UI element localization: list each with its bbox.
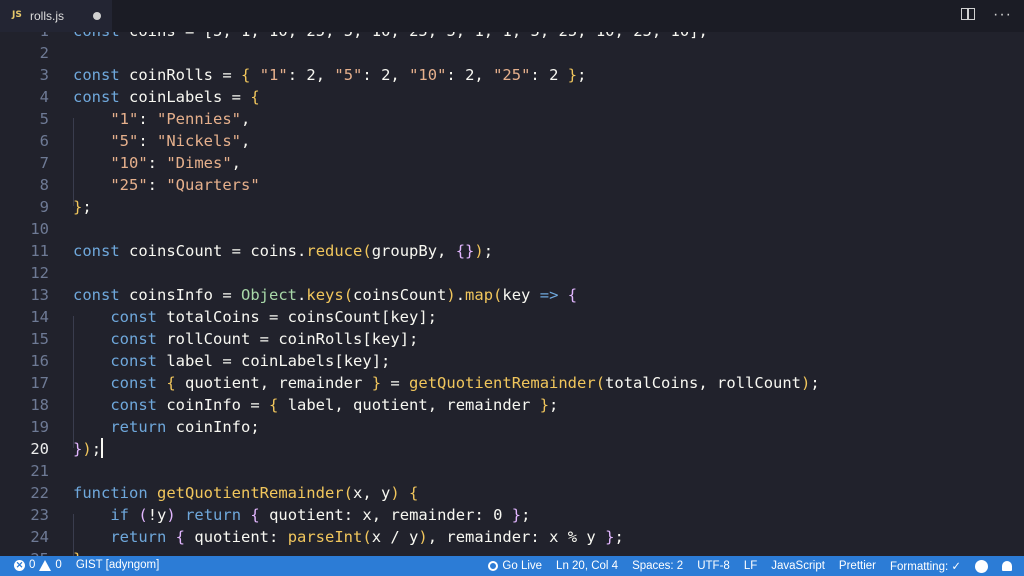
code-line[interactable]: 9}; <box>0 196 1024 218</box>
code-line[interactable]: 10 <box>0 218 1024 240</box>
split-editor-icon[interactable] <box>961 8 976 20</box>
code-text: const coins = [5, 1, 10, 25, 5, 10, 25, … <box>73 32 708 42</box>
tab-label: rolls.js <box>30 9 65 23</box>
notifications-bell-icon[interactable] <box>1002 561 1012 571</box>
line-number: 20 <box>30 440 49 458</box>
code-text: function getQuotientRemainder(x, y) { <box>73 484 419 502</box>
formatter[interactable]: Prettier <box>839 560 876 572</box>
code-line[interactable]: 23 if (!y) return { quotient: x, remaind… <box>0 504 1024 526</box>
code-editor[interactable]: 1 const coins = [5, 1, 10, 25, 5, 10, 25,… <box>0 32 1024 556</box>
line-number: 15 <box>30 330 49 348</box>
code-text: const coinsCount = coins.reduce(groupBy,… <box>73 242 494 260</box>
end-of-line[interactable]: LF <box>744 560 757 572</box>
feedback-smiley-icon[interactable] <box>975 559 988 573</box>
line-number: 17 <box>30 374 49 392</box>
code-line[interactable]: 5 "1": "Pennies", <box>0 108 1024 130</box>
code-line[interactable]: 19 return coinInfo; <box>0 416 1024 438</box>
code-line[interactable]: 14 const totalCoins = coinsCount[key]; <box>0 306 1024 328</box>
line-number: 5 <box>39 110 49 128</box>
status-bar: ✕ 0 0 GIST [adyngom] Go Live Ln 20, Col … <box>0 556 1024 576</box>
go-live-label: Go Live <box>502 560 543 572</box>
line-number: 16 <box>30 352 49 370</box>
code-text: if (!y) return { quotient: x, remainder:… <box>110 506 531 524</box>
formatting-status[interactable]: Formatting: ✓ <box>890 559 961 573</box>
editor-actions: ··· <box>961 7 1012 23</box>
code-text: "25": "Quarters" <box>110 176 260 194</box>
code-line[interactable]: 16 const label = coinLabels[key]; <box>0 350 1024 372</box>
code-line[interactable]: 17 const { quotient, remainder } = getQu… <box>0 372 1024 394</box>
code-text: "10": "Dimes", <box>110 154 241 172</box>
line-number: 4 <box>39 88 49 106</box>
code-line[interactable]: 15 const rollCount = coinRolls[key]; <box>0 328 1024 350</box>
code-text: return { quotient: parseInt(x / y), rema… <box>110 528 624 546</box>
code-line[interactable]: 7 "10": "Dimes", <box>0 152 1024 174</box>
line-number: 23 <box>30 506 49 524</box>
line-number: 7 <box>39 154 49 172</box>
go-live-button[interactable]: Go Live <box>488 560 542 572</box>
line-number: 9 <box>39 198 49 216</box>
line-number: 6 <box>39 132 49 150</box>
code-text: "1": "Pennies", <box>110 110 251 128</box>
line-number: 21 <box>30 462 49 480</box>
line-number: 18 <box>30 396 49 414</box>
line-number: 10 <box>30 220 49 238</box>
code-line[interactable]: 2 <box>0 42 1024 64</box>
code-line[interactable]: 8 "25": "Quarters" <box>0 174 1024 196</box>
tab-bar: JS rolls.js ··· <box>0 0 1024 32</box>
warning-icon <box>39 559 52 571</box>
code-line[interactable]: 21 <box>0 460 1024 482</box>
code-text: } <box>73 548 82 556</box>
code-text: const coinLabels = { <box>73 88 260 106</box>
code-line[interactable]: 11 const coinsCount = coins.reduce(groupB… <box>0 240 1024 262</box>
encoding[interactable]: UTF-8 <box>697 560 730 572</box>
line-number: 1 <box>9 32 49 42</box>
line-number: 11 <box>30 242 49 260</box>
code-line[interactable]: 4 const coinLabels = { <box>0 86 1024 108</box>
code-line[interactable]: 18 const coinInfo = { label, quotient, r… <box>0 394 1024 416</box>
code-text: const coinInfo = { label, quotient, rema… <box>110 396 559 414</box>
code-text: const totalCoins = coinsCount[key]; <box>110 308 438 326</box>
line-number: 8 <box>39 176 49 194</box>
line-number: 25 <box>9 548 49 556</box>
line-number: 22 <box>30 484 49 502</box>
js-file-icon: JS <box>12 10 22 20</box>
line-number: 19 <box>30 418 49 436</box>
code-text: const rollCount = coinRolls[key]; <box>110 330 419 348</box>
line-number: 24 <box>30 528 49 546</box>
code-text: return coinInfo; <box>110 418 260 436</box>
code-text: }; <box>73 198 92 216</box>
indentation[interactable]: Spaces: 2 <box>632 560 683 572</box>
code-line[interactable]: 6 "5": "Nickels", <box>0 130 1024 152</box>
code-line[interactable]: 20}); <box>0 438 1024 460</box>
broadcast-icon <box>488 561 499 571</box>
code-text: const { quotient, remainder } = getQuoti… <box>110 374 820 392</box>
code-line[interactable]: 3 const coinRolls = { "1": 2, "5": 2, "10… <box>0 64 1024 86</box>
code-text: const label = coinLabels[key]; <box>110 352 391 370</box>
code-text: const coinRolls = { "1": 2, "5": 2, "10"… <box>73 66 587 84</box>
more-actions-icon[interactable]: ··· <box>993 7 1012 23</box>
problems-indicator[interactable]: ✕ 0 0 <box>14 559 62 571</box>
code-line[interactable]: 22 function getQuotientRemainder(x, y) { <box>0 482 1024 504</box>
code-line[interactable]: 24 return { quotient: parseInt(x / y), r… <box>0 526 1024 548</box>
gist-status[interactable]: GIST [adyngom] <box>76 559 160 571</box>
error-count: 0 <box>29 559 36 571</box>
warning-count: 0 <box>55 559 62 571</box>
line-number: 3 <box>39 66 49 84</box>
language-mode[interactable]: JavaScript <box>771 560 825 572</box>
line-number: 12 <box>30 264 49 282</box>
code-text: const coinsInfo = Object.keys(coinsCount… <box>73 286 578 304</box>
code-text: "5": "Nickels", <box>110 132 251 150</box>
code-line[interactable]: 25} <box>0 548 1024 556</box>
line-number: 13 <box>30 286 49 304</box>
code-line[interactable]: 13 const coinsInfo = Object.keys(coinsCou… <box>0 284 1024 306</box>
cursor-position[interactable]: Ln 20, Col 4 <box>556 560 618 572</box>
tab-rolls-js[interactable]: JS rolls.js <box>0 0 112 32</box>
code-line[interactable]: 12 <box>0 262 1024 284</box>
code-text: }); <box>73 438 104 458</box>
line-number: 2 <box>39 44 49 62</box>
error-icon: ✕ <box>14 559 25 571</box>
unsaved-dot-icon[interactable] <box>93 12 101 20</box>
line-number: 14 <box>30 308 49 326</box>
code-line[interactable]: 1 const coins = [5, 1, 10, 25, 5, 10, 25,… <box>0 32 1024 42</box>
